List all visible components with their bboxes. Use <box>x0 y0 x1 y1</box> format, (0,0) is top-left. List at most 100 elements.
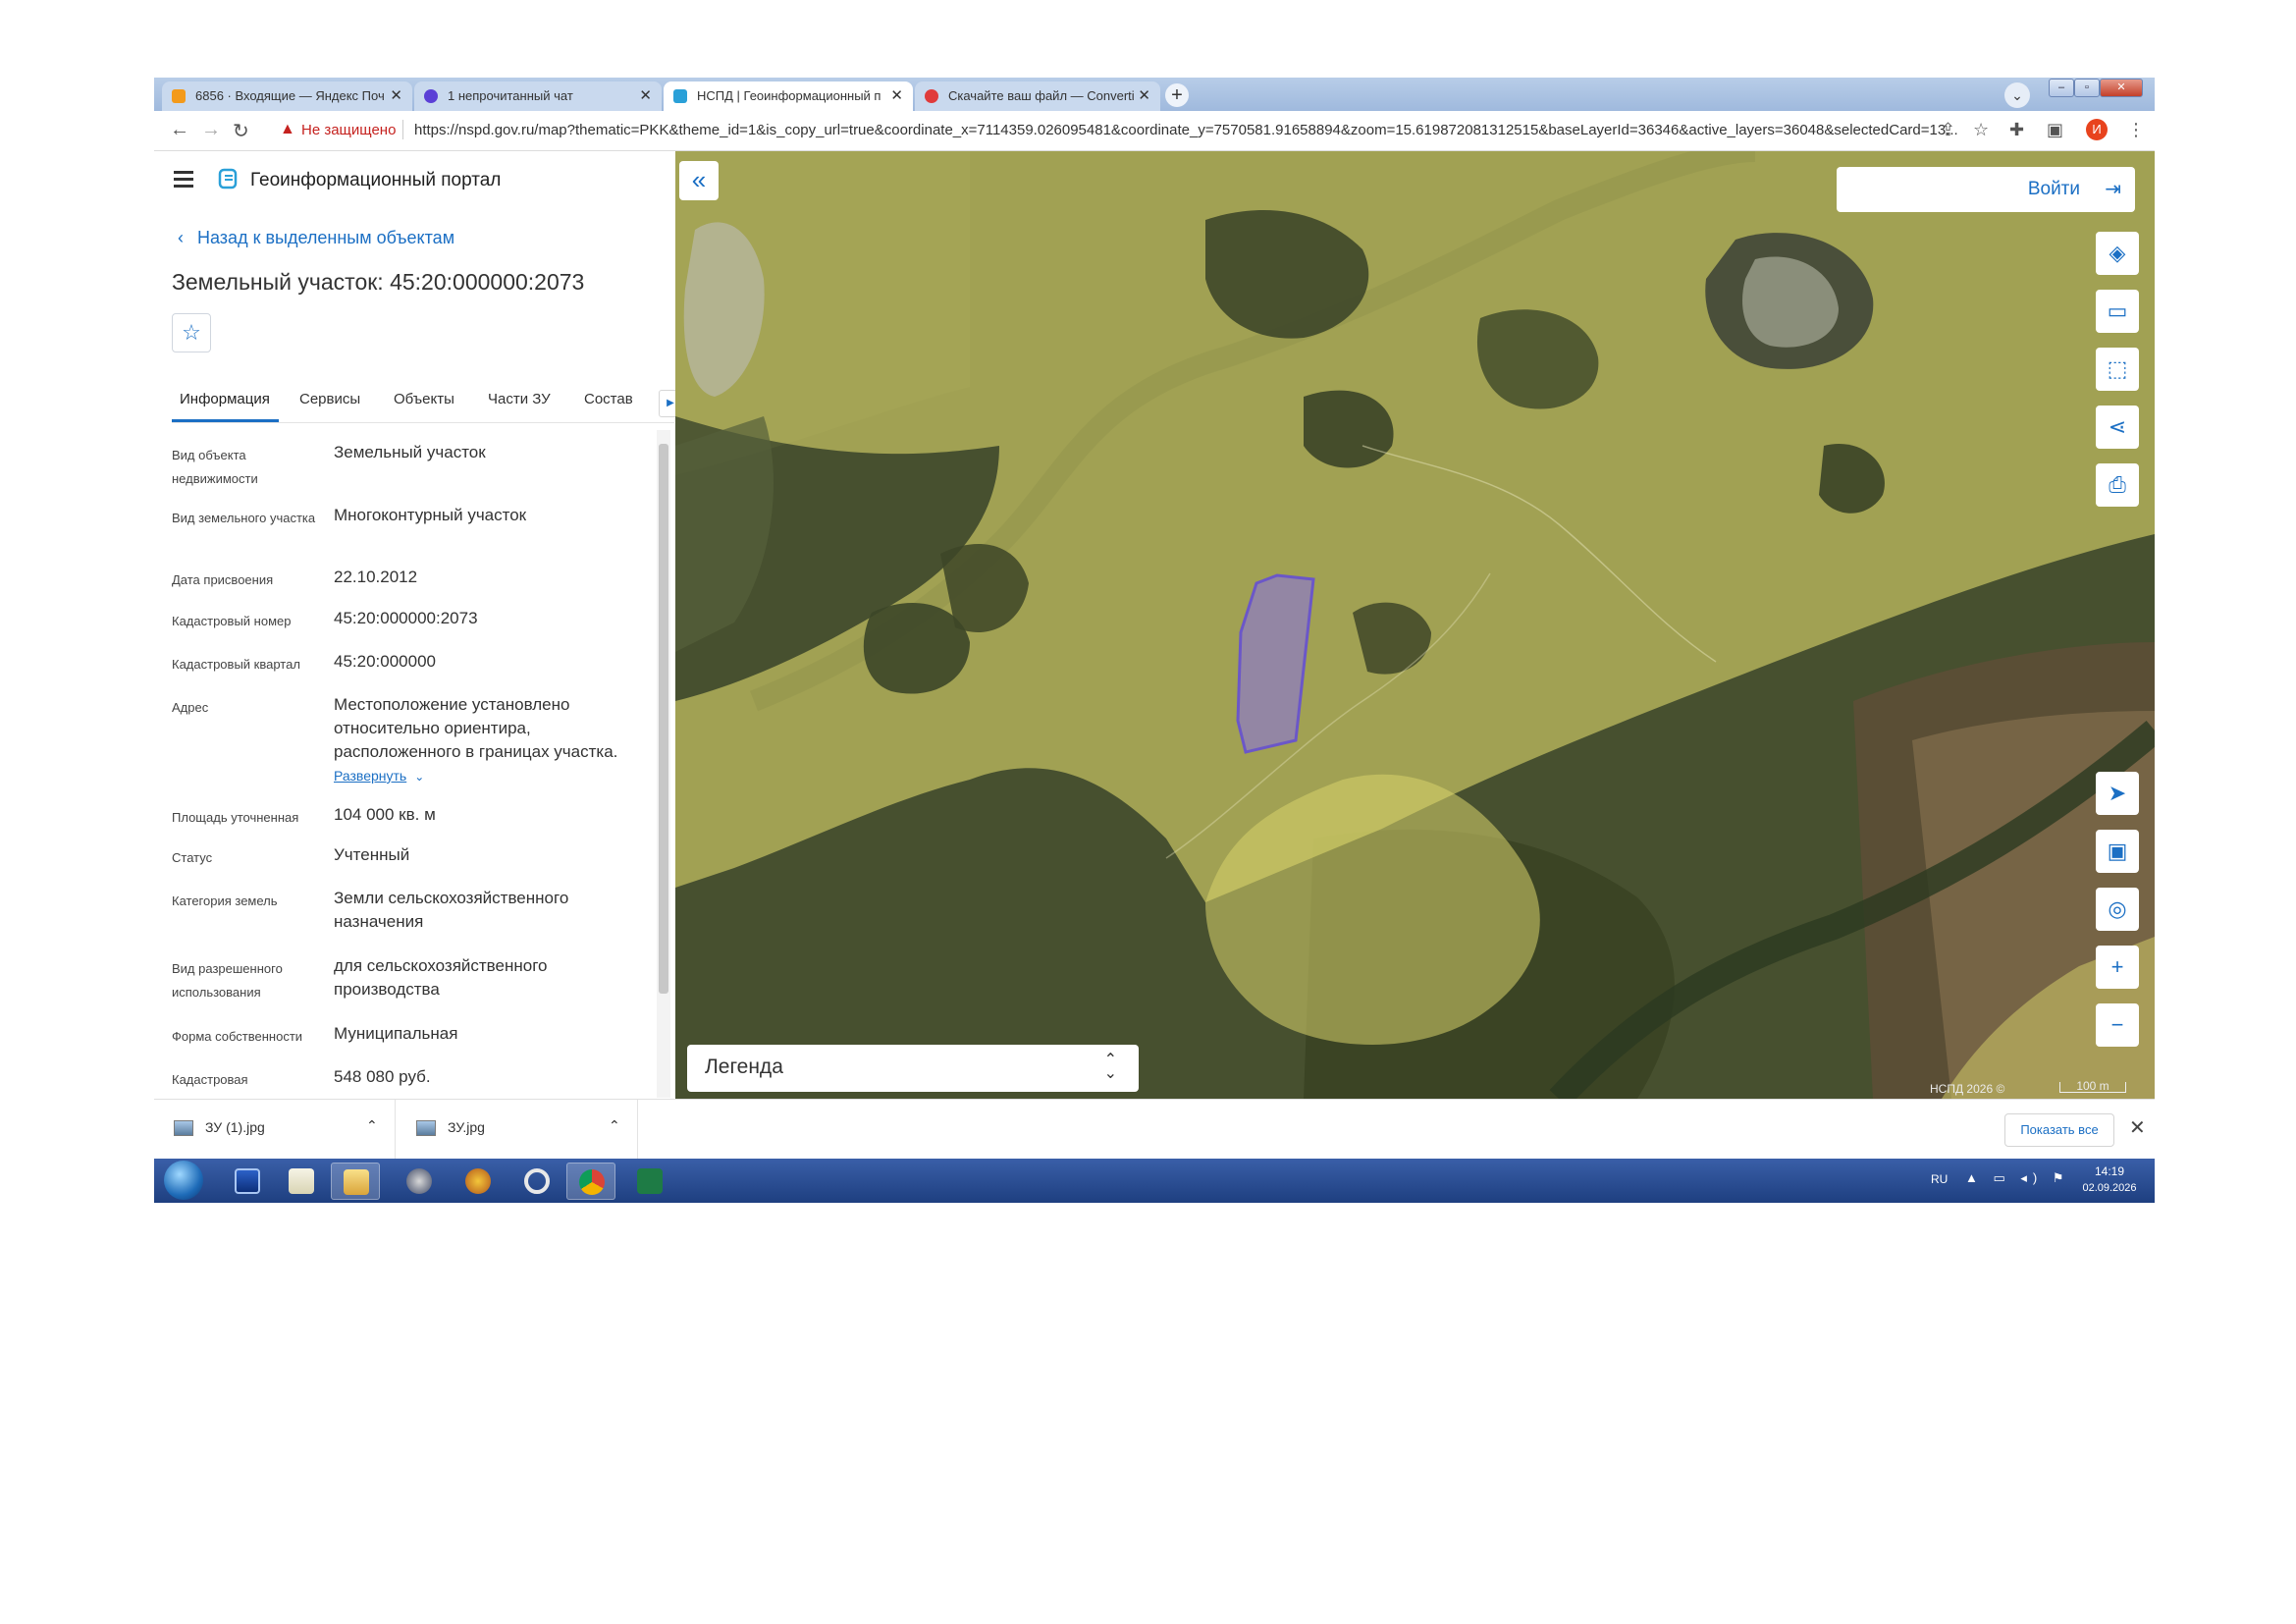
browser-menu-icon[interactable]: ⋮ <box>2127 120 2145 140</box>
minus-icon: − <box>2110 1012 2124 1037</box>
taskbar-app-1[interactable] <box>223 1163 272 1200</box>
property-value: Муниципальная <box>334 1024 458 1043</box>
tab-objects[interactable]: Объекты <box>394 391 454 407</box>
lock-app-icon <box>406 1168 432 1194</box>
chevron-down-icon[interactable]: ⌄ <box>414 770 424 784</box>
property-label: Вид объекта недвижимости <box>172 448 258 486</box>
clock-date[interactable]: 02.09.2026 <box>2080 1182 2139 1194</box>
taskbar-app-2[interactable] <box>277 1163 326 1200</box>
taskbar-app-4[interactable] <box>395 1163 444 1200</box>
start-button[interactable] <box>164 1161 203 1200</box>
tab-information[interactable]: Информация <box>180 391 270 407</box>
tab-close-icon[interactable]: ✕ <box>390 81 402 111</box>
share-icon: ⋖ <box>2108 414 2127 439</box>
back-arrow-icon[interactable]: ← <box>170 119 189 141</box>
navigation-arrow-icon: ➤ <box>2108 781 2127 805</box>
login-icon: ⇥ <box>2105 179 2121 200</box>
taskbar-chrome[interactable] <box>566 1163 615 1200</box>
tab-close-icon[interactable]: ✕ <box>639 81 652 111</box>
property-value: 45:20:000000 <box>334 652 436 671</box>
tab-parts[interactable]: Части ЗУ <box>488 391 551 407</box>
browser-tab-nspd[interactable]: НСПД | Геоинформационный п ✕ <box>664 81 913 111</box>
double-chevron-left-icon: « <box>691 165 707 194</box>
hamburger-menu-icon[interactable] <box>174 171 193 191</box>
taskbar-app-6[interactable] <box>512 1163 561 1200</box>
print-button[interactable]: ⎙ <box>2096 463 2139 507</box>
tab-title: Скачайте ваш файл — Converti <box>948 88 1135 103</box>
download-file-name: ЗУ.jpg <box>448 1119 485 1135</box>
property-value: для сельскохозяйственного производства <box>334 956 548 999</box>
locate-button[interactable]: ➤ <box>2096 772 2139 815</box>
maximize-button[interactable]: ▫ <box>2074 79 2100 97</box>
tab-title: 6856 · Входящие — Яндекс Поч <box>195 88 385 103</box>
reload-icon[interactable]: ↻ <box>233 119 249 143</box>
expand-link[interactable]: Развернуть <box>334 768 406 784</box>
address-text: Местоположение установлено относительно … <box>334 695 618 761</box>
excel-icon <box>637 1168 663 1194</box>
property-label: Категория земель <box>172 893 278 908</box>
page-title: Земельный участок: 45:20:000000:2073 <box>172 269 585 295</box>
property-label: Кадастровая <box>172 1072 248 1087</box>
measure-button[interactable]: ▭ <box>2096 290 2139 333</box>
monitor-app-icon <box>235 1168 260 1194</box>
map-view[interactable]: « Войти ⇥ ◈ ▭ ⬚ ⋖ ⎙ ➤ ▣ ◎ + − Легенда ⌃ ⌄… <box>675 151 2155 1099</box>
tab-close-icon[interactable]: ✕ <box>890 81 903 111</box>
taskbar-app-5[interactable] <box>454 1163 503 1200</box>
forward-arrow-icon[interactable]: → <box>201 119 221 141</box>
clock-time[interactable]: 14:19 <box>2080 1164 2139 1178</box>
chevron-up-icon[interactable]: ⌃ <box>366 1117 378 1134</box>
scrollbar-thumb[interactable] <box>659 444 668 994</box>
back-to-selected-link[interactable]: ‹ Назад к выделенным объектам <box>178 228 454 248</box>
property-value: 548 080 руб. <box>334 1067 431 1086</box>
portal-name: Геоинформационный портал <box>250 170 502 190</box>
minimize-button[interactable]: ‒ <box>2049 79 2074 97</box>
zoom-out-button[interactable]: − <box>2096 1003 2139 1047</box>
map-scale-bar: 100 m <box>2059 1080 2126 1093</box>
panel-scrollbar[interactable] <box>657 430 670 1098</box>
show-all-downloads-button[interactable]: Показать все <box>2004 1113 2114 1147</box>
tab-services[interactable]: Сервисы <box>299 391 360 407</box>
taskbar-explorer[interactable] <box>331 1163 380 1200</box>
language-indicator[interactable]: RU <box>1931 1172 1948 1186</box>
share-button[interactable]: ⋖ <box>2096 406 2139 449</box>
profile-avatar[interactable]: И <box>2086 119 2108 140</box>
download-item[interactable]: ЗУ (1).jpg ⌃ <box>154 1100 396 1159</box>
close-downloads-bar-icon[interactable]: ✕ <box>2129 1115 2146 1140</box>
tab-close-icon[interactable]: ✕ <box>1138 81 1150 111</box>
property-label: Статус <box>172 850 213 865</box>
browser-tab-chat[interactable]: 1 непрочитанный чат ✕ <box>414 81 662 111</box>
tab-composition[interactable]: Состав <box>584 391 633 407</box>
taskbar-excel[interactable] <box>625 1163 674 1200</box>
tabs-scroll-right-button[interactable]: ▶ <box>659 390 675 417</box>
browser-tab-converter[interactable]: Скачайте ваш файл — Converti ✕ <box>915 81 1160 111</box>
system-tray-icons[interactable]: ▲ ▭ ◂) ⚑ <box>1965 1170 2070 1186</box>
geolocation-button[interactable]: ◎ <box>2096 888 2139 931</box>
login-button[interactable]: Войти ⇥ <box>1837 167 2135 212</box>
extensions-icon[interactable]: ✚ <box>2009 120 2024 140</box>
side-panel-icon[interactable]: ▣ <box>2047 120 2063 140</box>
share-icon[interactable]: ⇪ <box>1941 120 1955 140</box>
layers-button[interactable]: ◈ <box>2096 232 2139 275</box>
select-area-button[interactable]: ⬚ <box>2096 348 2139 391</box>
zoom-in-button[interactable]: + <box>2096 946 2139 989</box>
url-field[interactable]: https://nspd.gov.ru/map?thematic=PKK&the… <box>414 122 2083 138</box>
favorite-star-button[interactable]: ☆ <box>172 313 211 352</box>
collapse-panel-button[interactable]: « <box>679 161 719 200</box>
download-item[interactable]: ЗУ.jpg ⌃ <box>397 1100 638 1159</box>
portal-logo-icon <box>218 168 238 189</box>
property-value: Земельный участок <box>334 443 486 461</box>
satellite-map-canvas[interactable] <box>675 151 2155 1099</box>
image-file-icon <box>416 1120 436 1136</box>
window-close-button[interactable]: ✕ <box>2100 79 2143 97</box>
download-file-name: ЗУ (1).jpg <box>205 1119 265 1135</box>
browser-tab-mail[interactable]: 6856 · Входящие — Яндекс Поч ✕ <box>162 81 412 111</box>
ruler-icon: ▭ <box>2107 298 2128 323</box>
minimap-button[interactable]: ▣ <box>2096 830 2139 873</box>
property-label: Кадастровый квартал <box>172 657 300 672</box>
legend-dropdown[interactable]: Легенда ⌃ ⌄ <box>687 1045 1139 1092</box>
chevron-up-icon[interactable]: ⌃ <box>609 1117 620 1134</box>
tab-search-button[interactable]: ⌄ <box>2004 82 2030 108</box>
not-secure-label[interactable]: Не защищено <box>301 122 396 138</box>
new-tab-button[interactable]: + <box>1165 83 1189 107</box>
bookmark-star-icon[interactable]: ☆ <box>1973 120 1989 140</box>
